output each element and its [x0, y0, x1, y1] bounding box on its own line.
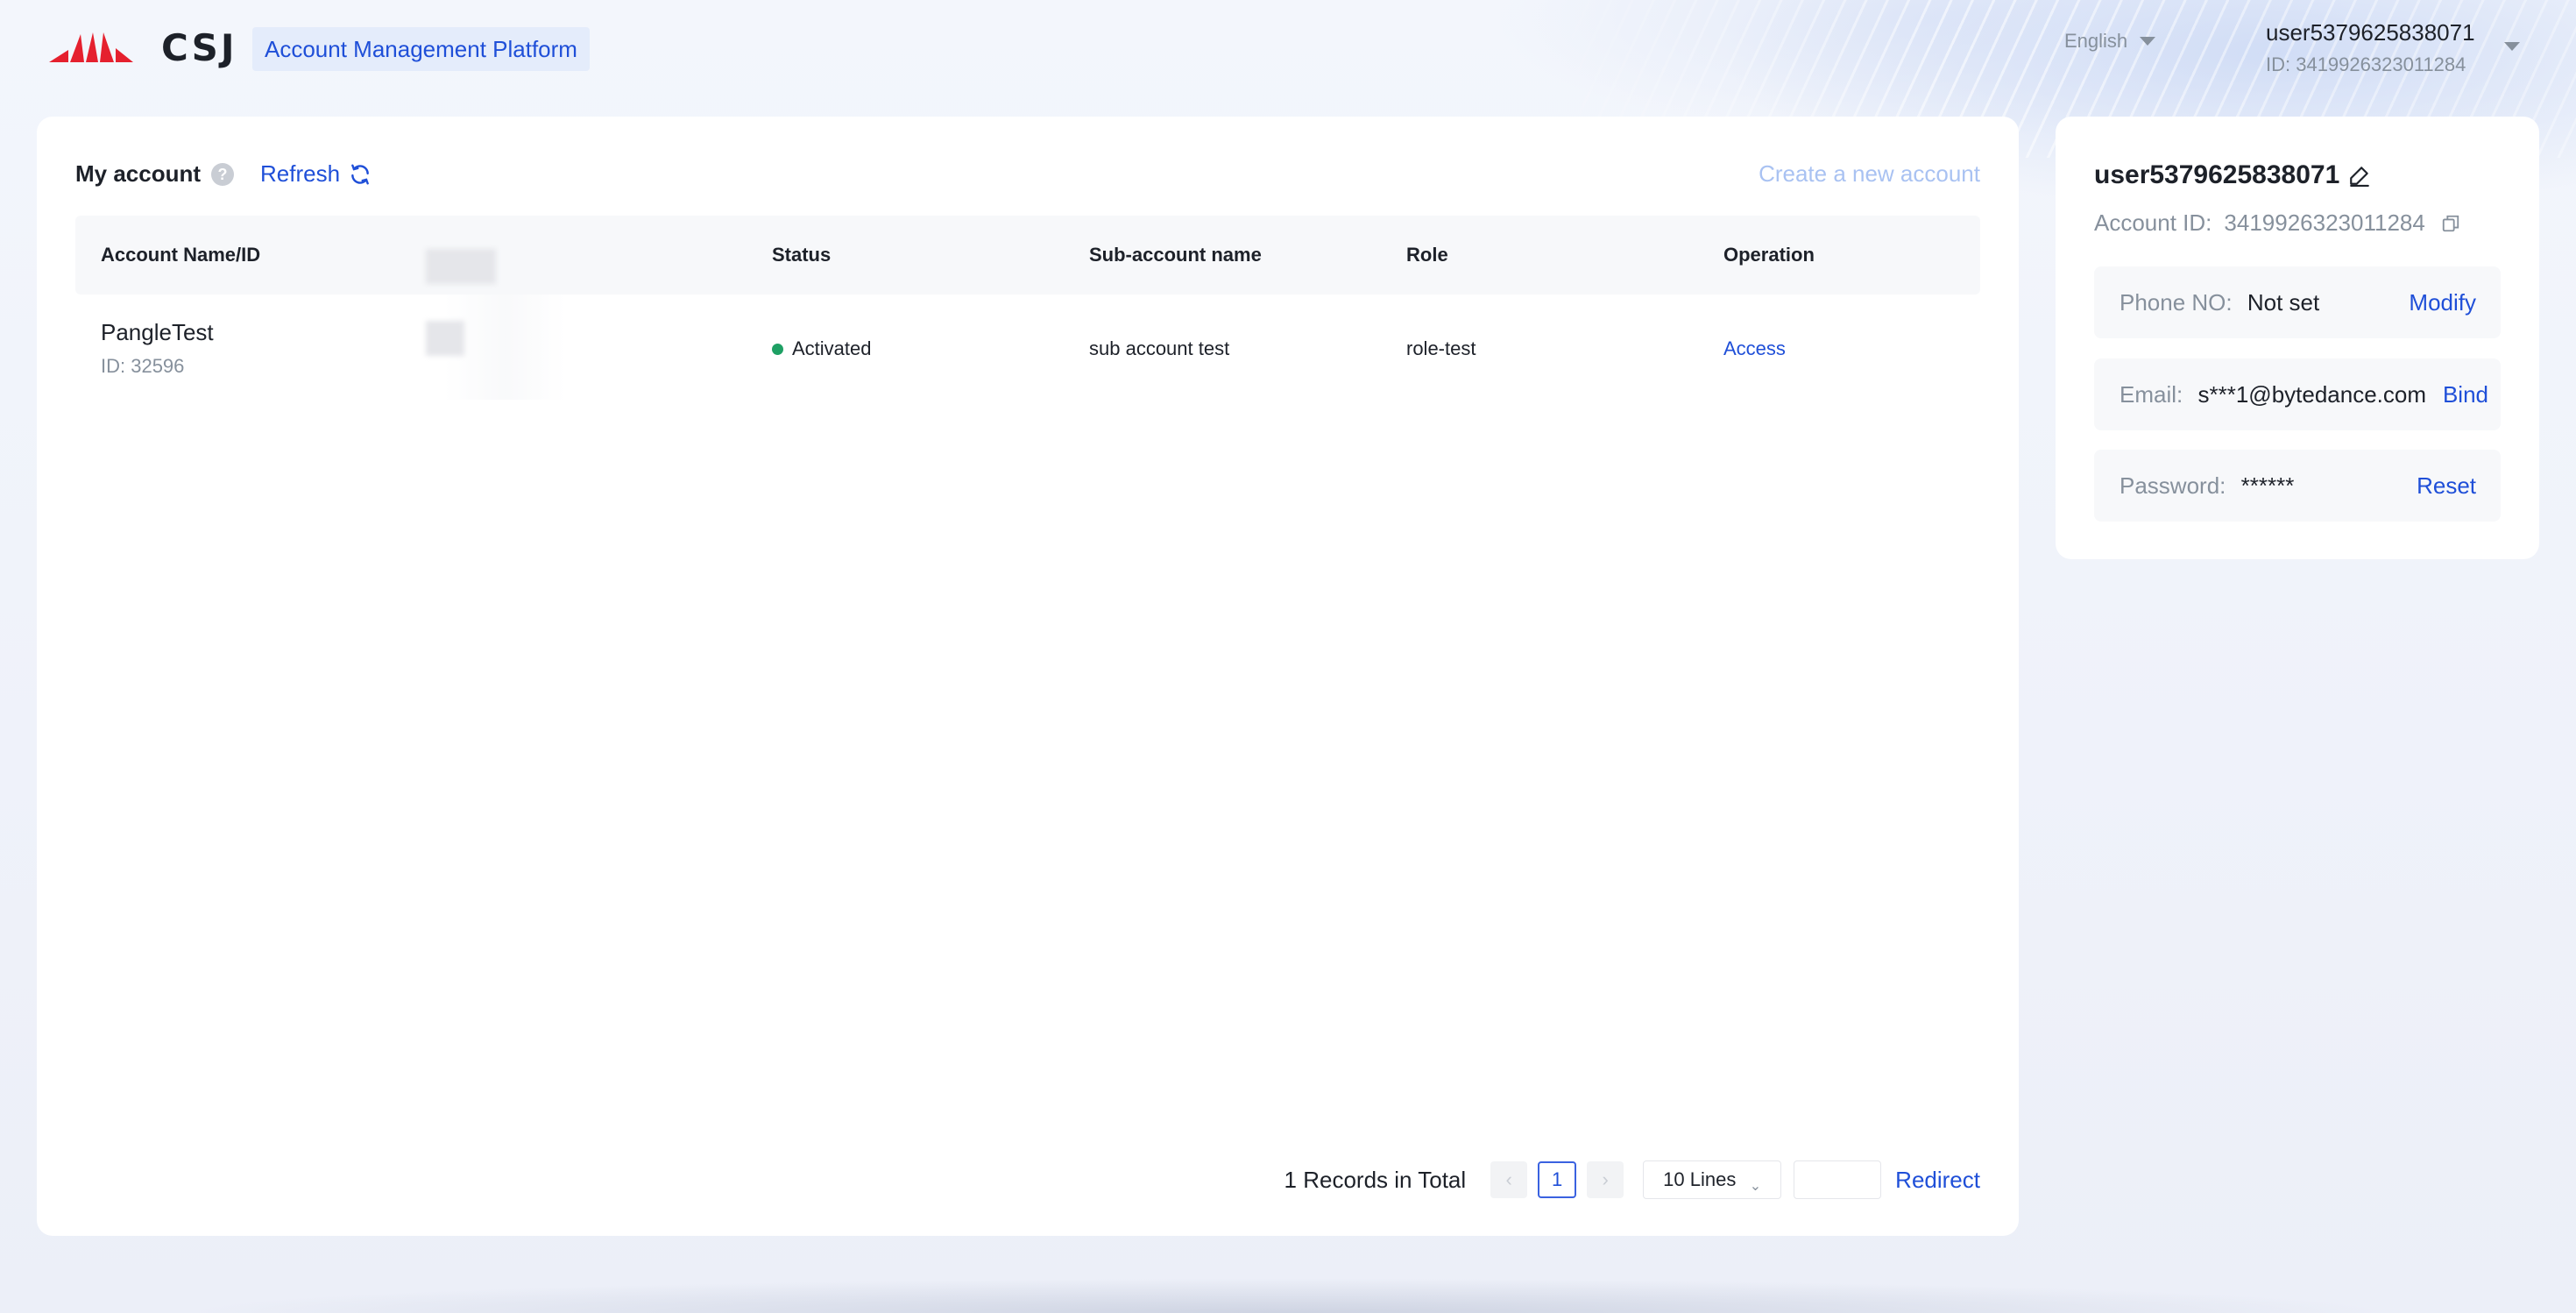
- account-list-card: My account ? Refresh Create a new accoun…: [37, 117, 2019, 1236]
- language-selector[interactable]: English: [2064, 30, 2156, 53]
- records-total: 1 Records in Total: [1284, 1166, 1467, 1193]
- bind-email-button[interactable]: Bind: [2443, 358, 2488, 430]
- modify-phone-button[interactable]: Modify: [2409, 266, 2476, 338]
- role-cell: role-test: [1406, 337, 1476, 359]
- col-account-name: Account Name/ID: [101, 244, 261, 266]
- csj-logo-icon: [49, 32, 133, 62]
- status-cell: Activated: [772, 337, 872, 360]
- page-1-button[interactable]: 1: [1538, 1161, 1577, 1198]
- refresh-label: Refresh: [260, 160, 341, 187]
- language-label: English: [2064, 30, 2128, 52]
- status-badge: Activated: [792, 337, 872, 359]
- refresh-button[interactable]: Refresh: [260, 160, 372, 188]
- profile-user-name: user5379625838071: [2094, 160, 2340, 189]
- phone-label: Phone NO:: [2120, 289, 2233, 316]
- caret-down-icon[interactable]: [2504, 42, 2520, 51]
- password-label: Password:: [2120, 472, 2226, 499]
- email-label: Email:: [2120, 381, 2183, 408]
- redacted-block: [426, 249, 496, 284]
- redacted-block: [426, 321, 464, 356]
- phone-row: Phone NO: Not set Modify: [2094, 266, 2501, 338]
- edit-icon[interactable]: [2348, 164, 2371, 187]
- help-icon[interactable]: ?: [211, 162, 235, 186]
- next-page-button[interactable]: ›: [1587, 1161, 1624, 1198]
- account-id-row: Account ID: 3419926323011284: [2094, 209, 2460, 237]
- col-status: Status: [772, 244, 832, 266]
- table-row: PangleTest ID: 32596 Activated sub accou…: [75, 295, 1980, 400]
- page-size-value: 10 Lines: [1663, 1168, 1737, 1190]
- header-user-name: user5379625838071: [2266, 19, 2475, 46]
- create-account-link[interactable]: Create a new account: [1759, 160, 1980, 188]
- page-title: My account: [75, 160, 202, 187]
- user-menu[interactable]: user5379625838071 ID: 3419926323011284: [2266, 19, 2475, 76]
- password-row: Password: ****** Reset: [2094, 450, 2501, 522]
- table-header: Account Name/ID Status Sub-account name …: [75, 216, 1980, 295]
- profile-name: user5379625838071: [2094, 160, 2371, 190]
- col-role: Role: [1406, 244, 1448, 266]
- account-name-cell: PangleTest ID: 32596: [101, 319, 214, 378]
- logo[interactable]: CSJ: [49, 26, 237, 69]
- page-jump-input[interactable]: [1794, 1160, 1882, 1199]
- account-id: ID: 32596: [101, 355, 185, 377]
- password-value: ******: [2240, 472, 2295, 499]
- prev-page-button[interactable]: ‹: [1490, 1161, 1528, 1198]
- top-header: CSJ Account Management Platform English …: [0, 0, 2576, 105]
- account-id-label: Account ID:: [2094, 209, 2212, 236]
- chevron-down-icon: ⌄: [1749, 1179, 1762, 1194]
- pagination: 1 Records in Total ‹ 1 › 10 Lines ⌄ Redi…: [1284, 1160, 1980, 1199]
- page-size-select[interactable]: 10 Lines ⌄: [1643, 1160, 1782, 1199]
- email-row: Email: s***1@bytedance.com Bind: [2094, 358, 2501, 430]
- redirect-button[interactable]: Redirect: [1895, 1167, 1980, 1194]
- reset-password-button[interactable]: Reset: [2417, 450, 2476, 522]
- copy-icon[interactable]: [2441, 214, 2460, 233]
- account-id-value: 3419926323011284: [2224, 209, 2425, 236]
- profile-card: user5379625838071 Account ID: 3419926323…: [2056, 117, 2539, 559]
- email-value: s***1@bytedance.com: [2197, 381, 2427, 408]
- phone-value: Not set: [2247, 289, 2320, 316]
- col-sub-account: Sub-account name: [1089, 244, 1262, 266]
- bottom-shadow: [175, 1278, 2401, 1313]
- platform-title: Account Management Platform: [252, 27, 590, 71]
- status-dot-icon: [772, 343, 783, 355]
- card-header: My account ? Refresh: [75, 160, 372, 188]
- account-name: PangleTest: [101, 319, 214, 345]
- access-link[interactable]: Access: [1723, 337, 1786, 360]
- header-user-id: ID: 3419926323011284: [2266, 53, 2466, 75]
- col-operation: Operation: [1723, 244, 1815, 266]
- caret-down-icon: [2140, 37, 2156, 46]
- logo-text: CSJ: [161, 26, 237, 69]
- sub-account-cell: sub account test: [1089, 337, 1230, 359]
- accounts-table: Account Name/ID Status Sub-account name …: [75, 216, 1980, 400]
- refresh-icon: [351, 164, 369, 184]
